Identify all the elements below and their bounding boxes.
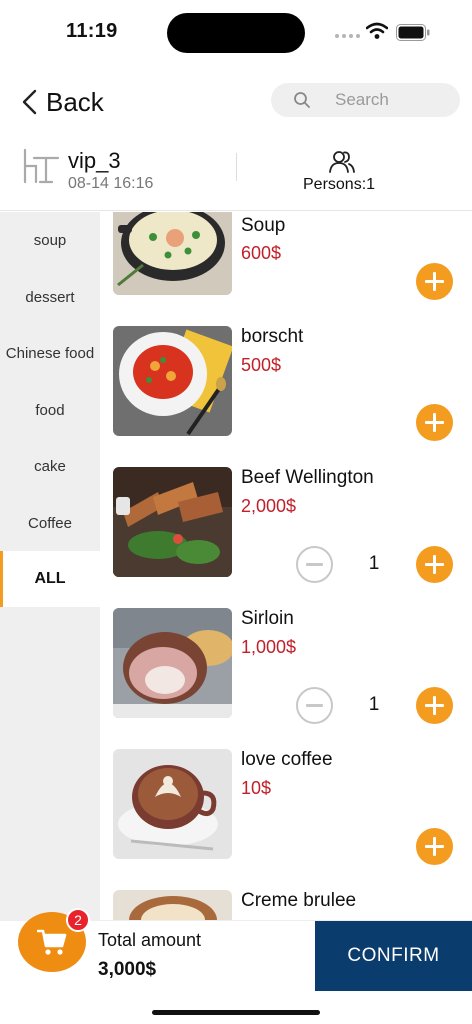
dish-price: 1,000$ [241,637,297,657]
category-food[interactable]: food [0,382,100,438]
category-chinese-food[interactable]: Chinese food [0,325,100,381]
persons-count: Persons:1 [303,176,376,193]
dish-name: Beef Wellington [241,467,374,488]
wifi-icon [366,22,388,39]
dynamic-island [167,13,305,53]
table-chair-icon [23,148,60,184]
dish-item-borscht[interactable]: borscht 500$ [100,326,472,467]
status-bar: 11:19 [0,0,472,64]
dish-item-creme-brulee[interactable]: Creme brulee [100,890,472,920]
decrease-quantity-button[interactable] [296,687,333,724]
dish-list[interactable]: Soup 600$ borscht 500$ Beef Wellington 2… [100,212,472,920]
dish-price: 500$ [241,355,282,375]
battery-icon [396,24,430,41]
add-button[interactable] [416,546,453,583]
total-amount-value: 3,000$ [98,959,157,980]
divider [236,153,237,181]
category-sidebar: soup dessert Chinese food food cake Coff… [0,212,100,920]
total-amount-label: Total amount [98,930,202,950]
dish-name: love coffee [241,749,333,770]
add-button[interactable] [416,687,453,724]
back-button[interactable]: Back [20,82,104,122]
table-info: vip_3 08-14 16:16 Persons:1 [0,138,472,211]
search-input[interactable] [335,83,450,117]
add-button[interactable] [416,828,453,865]
checkout-bar: 2 Total amount 3,000$ CONFIRM [0,908,472,991]
quantity-value: 1 [368,694,380,715]
cart-icon [37,929,67,955]
category-cake[interactable]: cake [0,438,100,494]
search-bar[interactable] [271,83,460,117]
dish-image-love-coffee[interactable] [113,749,232,859]
dish-item-soup[interactable]: Soup 600$ [100,212,472,326]
dish-image-sirloin[interactable] [113,608,232,718]
dish-price: 2,000$ [241,496,297,516]
dish-name: Soup [241,215,286,236]
dish-item-sirloin[interactable]: Sirloin 1,000$ 1 [100,608,472,749]
add-button[interactable] [416,404,453,441]
dish-price: 10$ [241,778,272,798]
cellular-signal-icon [335,34,360,38]
category-coffee[interactable]: Coffee [0,495,100,551]
back-label: Back [46,86,104,117]
dish-image-creme-brulee[interactable] [113,890,232,920]
chevron-left-icon [22,89,37,115]
category-dessert[interactable]: dessert [0,269,100,325]
dish-item-love-coffee[interactable]: love coffee 10$ [100,749,472,890]
dish-price: 600$ [241,243,282,263]
status-time: 11:19 [66,20,118,42]
dish-image-beef-wellington[interactable] [113,467,232,577]
dish-image-soup[interactable] [113,212,232,295]
dish-name: Sirloin [241,608,294,629]
quantity-value: 1 [368,553,380,574]
decrease-quantity-button[interactable] [296,546,333,583]
dish-item-beef-wellington[interactable]: Beef Wellington 2,000$ 1 [100,467,472,608]
add-button[interactable] [416,263,453,300]
category-soup[interactable]: soup [0,212,100,268]
category-all[interactable]: ALL [0,551,100,607]
table-time: 08-14 16:16 [68,175,154,192]
table-name: vip_3 [68,148,121,173]
persons-icon [329,151,355,173]
confirm-button[interactable]: CONFIRM [315,921,472,991]
cart-count-badge: 2 [66,908,90,932]
home-indicator[interactable] [152,1010,320,1015]
dish-image-borscht[interactable] [113,326,232,436]
dish-name: Creme brulee [241,890,357,911]
search-icon [294,92,310,108]
dish-name: borscht [241,326,304,347]
